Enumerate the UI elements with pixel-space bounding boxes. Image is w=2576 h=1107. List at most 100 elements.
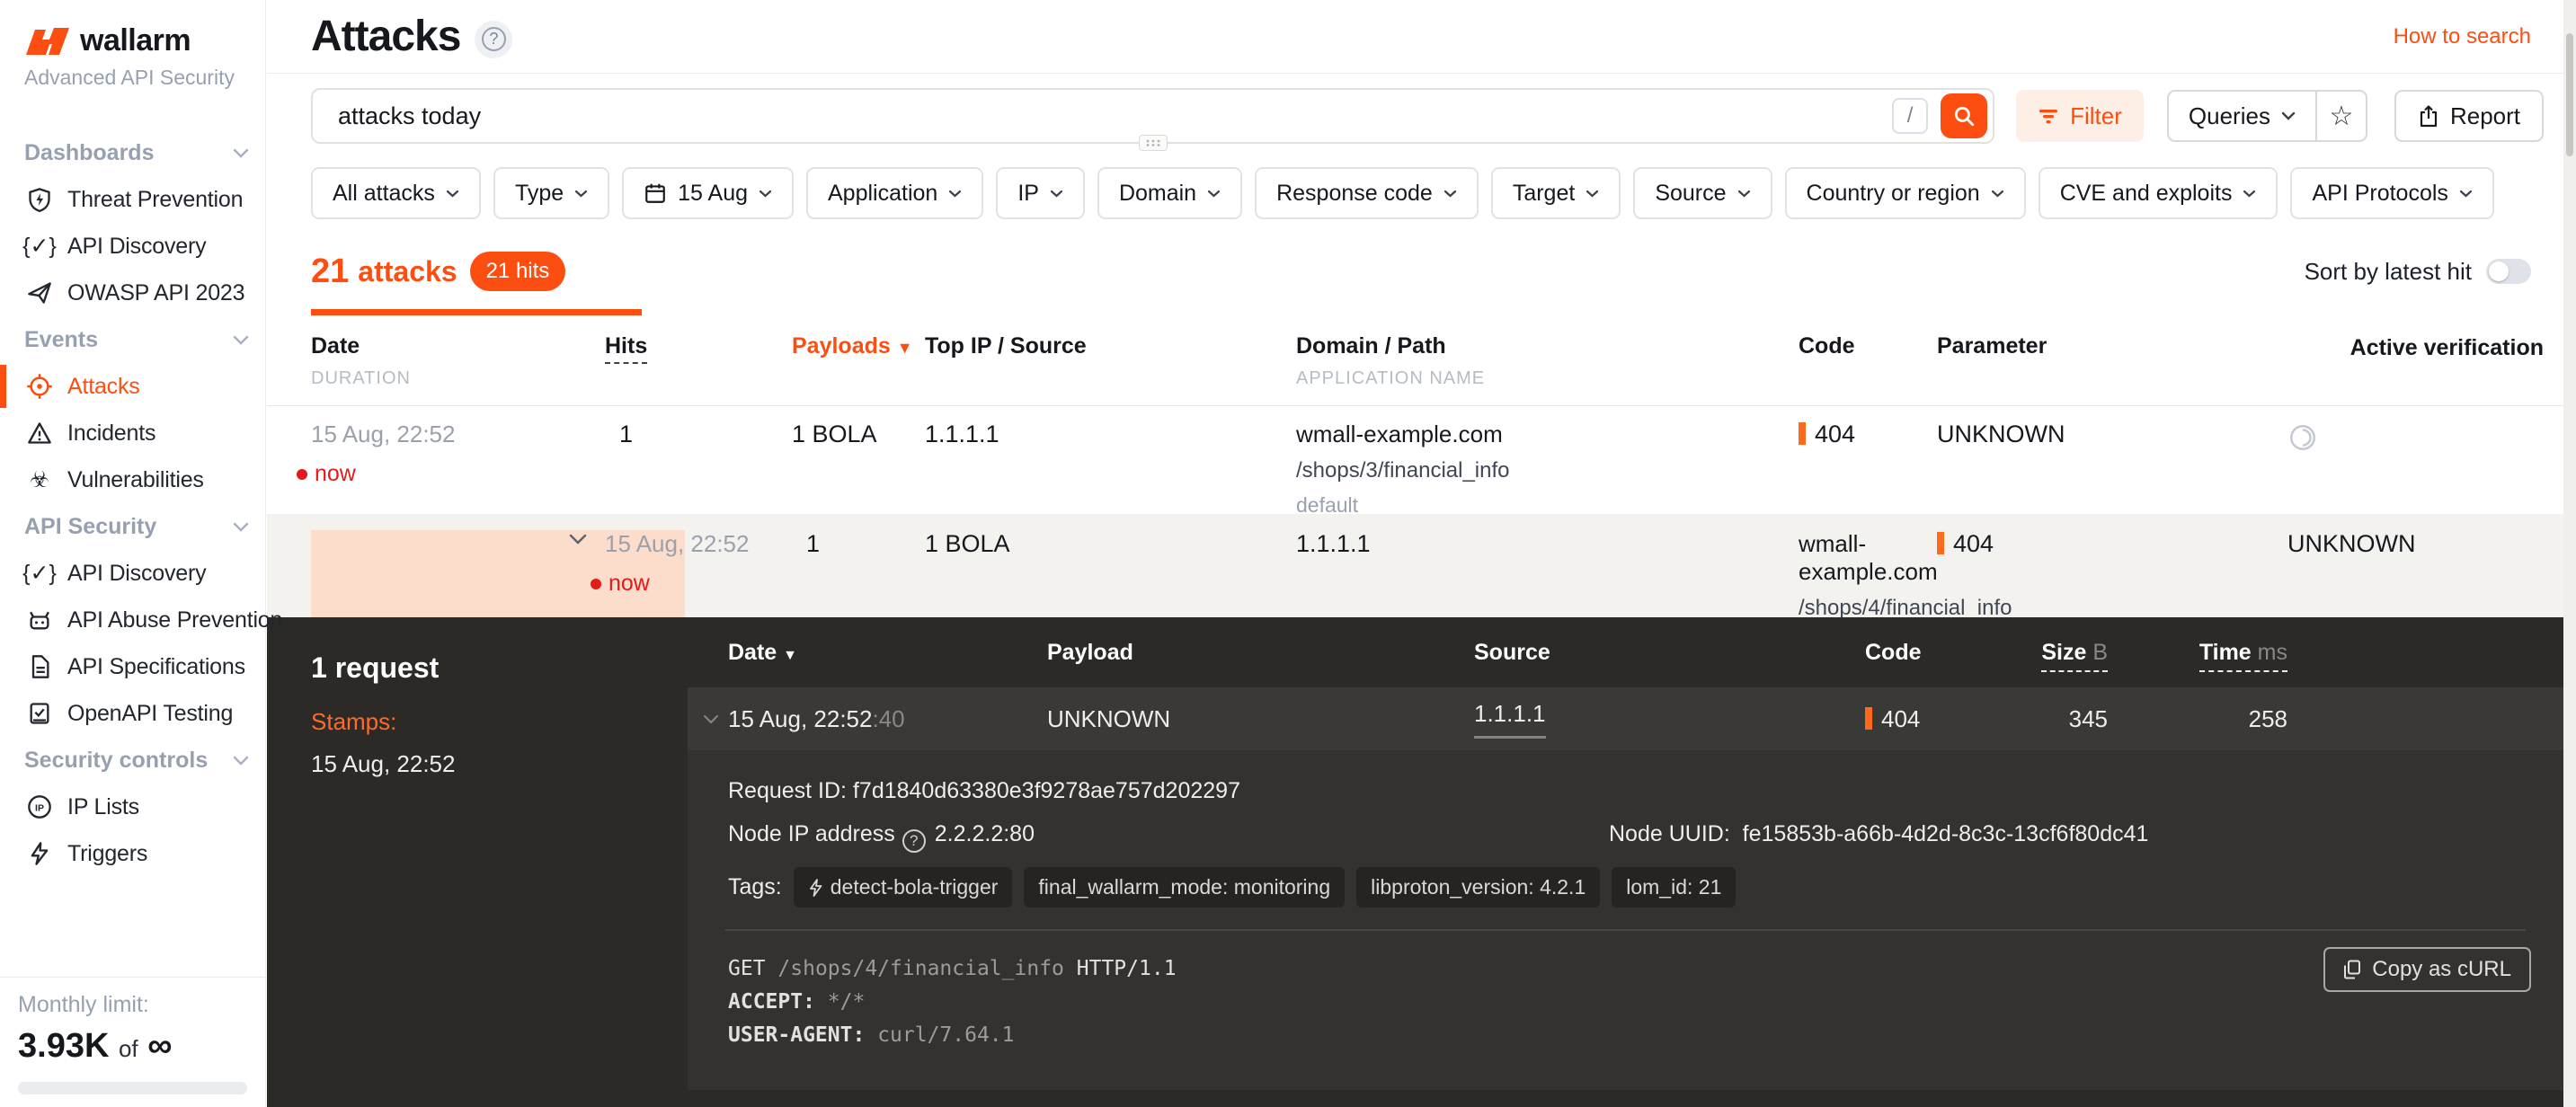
sort-label: Sort by latest hit — [2305, 258, 2472, 286]
hit-details: 15 Aug, 22:52:40 UNKNOWN 1.1.1.1 404 345… — [688, 687, 2563, 1090]
sidebar-item-triggers[interactable]: Triggers — [0, 830, 265, 877]
sort-toggle[interactable] — [2486, 259, 2531, 284]
chevron-down-icon — [233, 522, 249, 532]
slash-shortcut-key: / — [1892, 98, 1928, 134]
bot-icon — [24, 605, 55, 635]
chevron-down-icon — [233, 148, 249, 158]
chip-response-code[interactable]: Response code — [1255, 167, 1479, 219]
chevron-down-icon — [948, 190, 962, 198]
chip-cve[interactable]: CVE and exploits — [2039, 167, 2278, 219]
tag-final-wallarm-mode[interactable]: final_wallarm_mode: monitoring — [1024, 867, 1345, 908]
hit-source[interactable]: 1.1.1.1 — [1474, 700, 1865, 739]
copy-as-curl-button[interactable]: Copy as cURL — [2323, 947, 2531, 992]
sidebar-section-events[interactable]: Events — [0, 316, 265, 363]
favorite-star-button[interactable]: ☆ — [2315, 92, 2366, 140]
chevron-down-icon — [446, 190, 459, 198]
how-to-search-link[interactable]: How to search — [2394, 24, 2531, 49]
chip-application[interactable]: Application — [806, 167, 983, 219]
search-resize-handle[interactable] — [1139, 135, 1168, 151]
sidebar-section-api-security[interactable]: API Security — [0, 503, 265, 550]
main-content: Attacks ? How to search / Filter Queries — [267, 0, 2563, 1107]
details-summary: 1 request Stamps: 15 Aug, 22:52 — [267, 617, 688, 1107]
sort-desc-icon: ▼ — [897, 339, 913, 357]
chevron-down-icon — [569, 534, 587, 545]
search-icon — [1952, 104, 1976, 128]
column-hit-code: Code — [1865, 640, 2000, 666]
active-verification-cell[interactable] — [2287, 421, 2544, 518]
sidebar: wallarm Advanced API Security Dashboards… — [0, 0, 266, 1107]
attack-date: 15 Aug, 22:52 — [311, 421, 605, 448]
attack-row-2-selected[interactable]: 15 Aug, 22:52 now 1 1 BOLA 1.1.1.1 wmall… — [267, 514, 2563, 624]
accept-header-line: ACCEPT: */* — [728, 986, 2523, 1019]
search-input[interactable] — [313, 102, 1892, 130]
tag-lom-id[interactable]: lom_id: 21 — [1612, 867, 1736, 908]
column-domain: Domain / Path APPLICATION NAME — [1296, 333, 1799, 389]
attack-payloads: 1 BOLA — [792, 421, 925, 518]
sidebar-item-api-abuse-prevention[interactable]: API Abuse Prevention — [0, 597, 265, 643]
hit-row[interactable]: 15 Aug, 22:52:40 UNKNOWN 1.1.1.1 404 345… — [688, 687, 2563, 750]
active-verification-icon — [2287, 422, 2544, 453]
column-hit-date[interactable]: Date ▼ — [728, 640, 1047, 666]
active-tab-underline — [311, 309, 642, 315]
scrollbar-thumb[interactable] — [2566, 33, 2573, 156]
sidebar-item-api-specifications[interactable]: API Specifications — [0, 643, 265, 690]
sidebar-section-dashboards[interactable]: Dashboards — [0, 129, 265, 176]
chip-type[interactable]: Type — [493, 167, 609, 219]
sidebar-item-api-discovery-2[interactable]: {✓} API Discovery — [0, 550, 265, 597]
sidebar-item-ip-lists[interactable]: IP IP Lists — [0, 784, 265, 830]
column-code: Code — [1799, 333, 1937, 389]
attack-top-ip[interactable]: 1.1.1.1 — [925, 421, 1296, 518]
raw-request-block: GET /shops/4/financial_info HTTP/1.1 ACC… — [688, 931, 2563, 1052]
chip-source[interactable]: Source — [1633, 167, 1772, 219]
wallarm-logo-icon — [24, 26, 71, 57]
sidebar-item-owasp-api-2023[interactable]: OWASP API 2023 — [0, 270, 265, 316]
shield-bolt-icon — [24, 184, 55, 215]
warning-triangle-icon — [24, 418, 55, 448]
column-payloads[interactable]: Payloads ▼ — [792, 333, 925, 389]
attack-domain-path: wmall-example.com /shops/3/financial_inf… — [1296, 421, 1799, 518]
node-line: Node IP address?2.2.2.2:80 Node UUID: fe… — [728, 819, 2523, 853]
sidebar-item-attacks[interactable]: Attacks — [0, 363, 265, 410]
tag-libproton-version[interactable]: libproton_version: 4.2.1 — [1356, 867, 1600, 908]
tag-detect-bola-trigger[interactable]: detect-bola-trigger — [794, 867, 1013, 908]
chip-ip[interactable]: IP — [996, 167, 1085, 219]
stamps-label: Stamps: — [311, 708, 688, 736]
report-button[interactable]: Report — [2394, 90, 2544, 142]
column-hits[interactable]: Hits — [605, 333, 792, 389]
sidebar-item-openapi-testing[interactable]: OpenAPI Testing — [0, 690, 265, 737]
sidebar-item-incidents[interactable]: Incidents — [0, 410, 265, 456]
lightning-icon — [24, 838, 55, 869]
filter-button[interactable]: Filter — [2016, 90, 2144, 142]
column-parameter: Parameter — [1937, 333, 2287, 389]
monthly-limit-value: 3.93K of ∞ — [18, 1027, 247, 1066]
attack-hits: 1 — [605, 421, 792, 518]
column-hit-time[interactable]: Time ms — [2108, 640, 2287, 666]
topbar: Attacks ? How to search — [267, 0, 2563, 74]
search-button[interactable] — [1941, 93, 1987, 138]
chip-country[interactable]: Country or region — [1785, 167, 2026, 219]
column-date: Date DURATION — [311, 333, 605, 389]
sidebar-section-security-controls[interactable]: Security controls — [0, 737, 265, 784]
sidebar-nav: Dashboards Threat Prevention {✓} API Dis… — [0, 129, 265, 877]
help-icon[interactable]: ? — [475, 21, 512, 58]
node-uuid-value: fe15853b-a66b-4d2d-8c3c-13cf6f80dc41 — [1743, 821, 2149, 846]
biohazard-icon: ☣ — [24, 465, 55, 495]
request-line: GET /shops/4/financial_info HTTP/1.1 — [728, 952, 2523, 986]
page-scrollbar[interactable] — [2563, 0, 2576, 1107]
chip-target[interactable]: Target — [1491, 167, 1621, 219]
queries-dropdown[interactable]: Queries — [2169, 92, 2315, 140]
sort-desc-icon: ▼ — [783, 648, 797, 663]
chevron-down-icon — [1443, 190, 1457, 198]
sidebar-item-api-discovery[interactable]: {✓} API Discovery — [0, 223, 265, 270]
monthly-limit: Monthly limit: 3.93K of ∞ — [0, 977, 265, 1094]
sidebar-item-threat-prevention[interactable]: Threat Prevention — [0, 176, 265, 223]
chip-domain[interactable]: Domain — [1097, 167, 1242, 219]
attack-duration: now — [315, 461, 356, 487]
chip-all-attacks[interactable]: All attacks — [311, 167, 481, 219]
help-icon[interactable]: ? — [902, 829, 926, 853]
chip-date[interactable]: 15 Aug — [622, 167, 794, 219]
column-hit-size[interactable]: Size B — [2000, 640, 2108, 666]
chip-api-protocols[interactable]: API Protocols — [2290, 167, 2493, 219]
attack-row-1[interactable]: 15 Aug, 22:52 now 1 1 BOLA 1.1.1.1 wmall… — [267, 406, 2563, 514]
sidebar-item-vulnerabilities[interactable]: ☣ Vulnerabilities — [0, 456, 265, 503]
